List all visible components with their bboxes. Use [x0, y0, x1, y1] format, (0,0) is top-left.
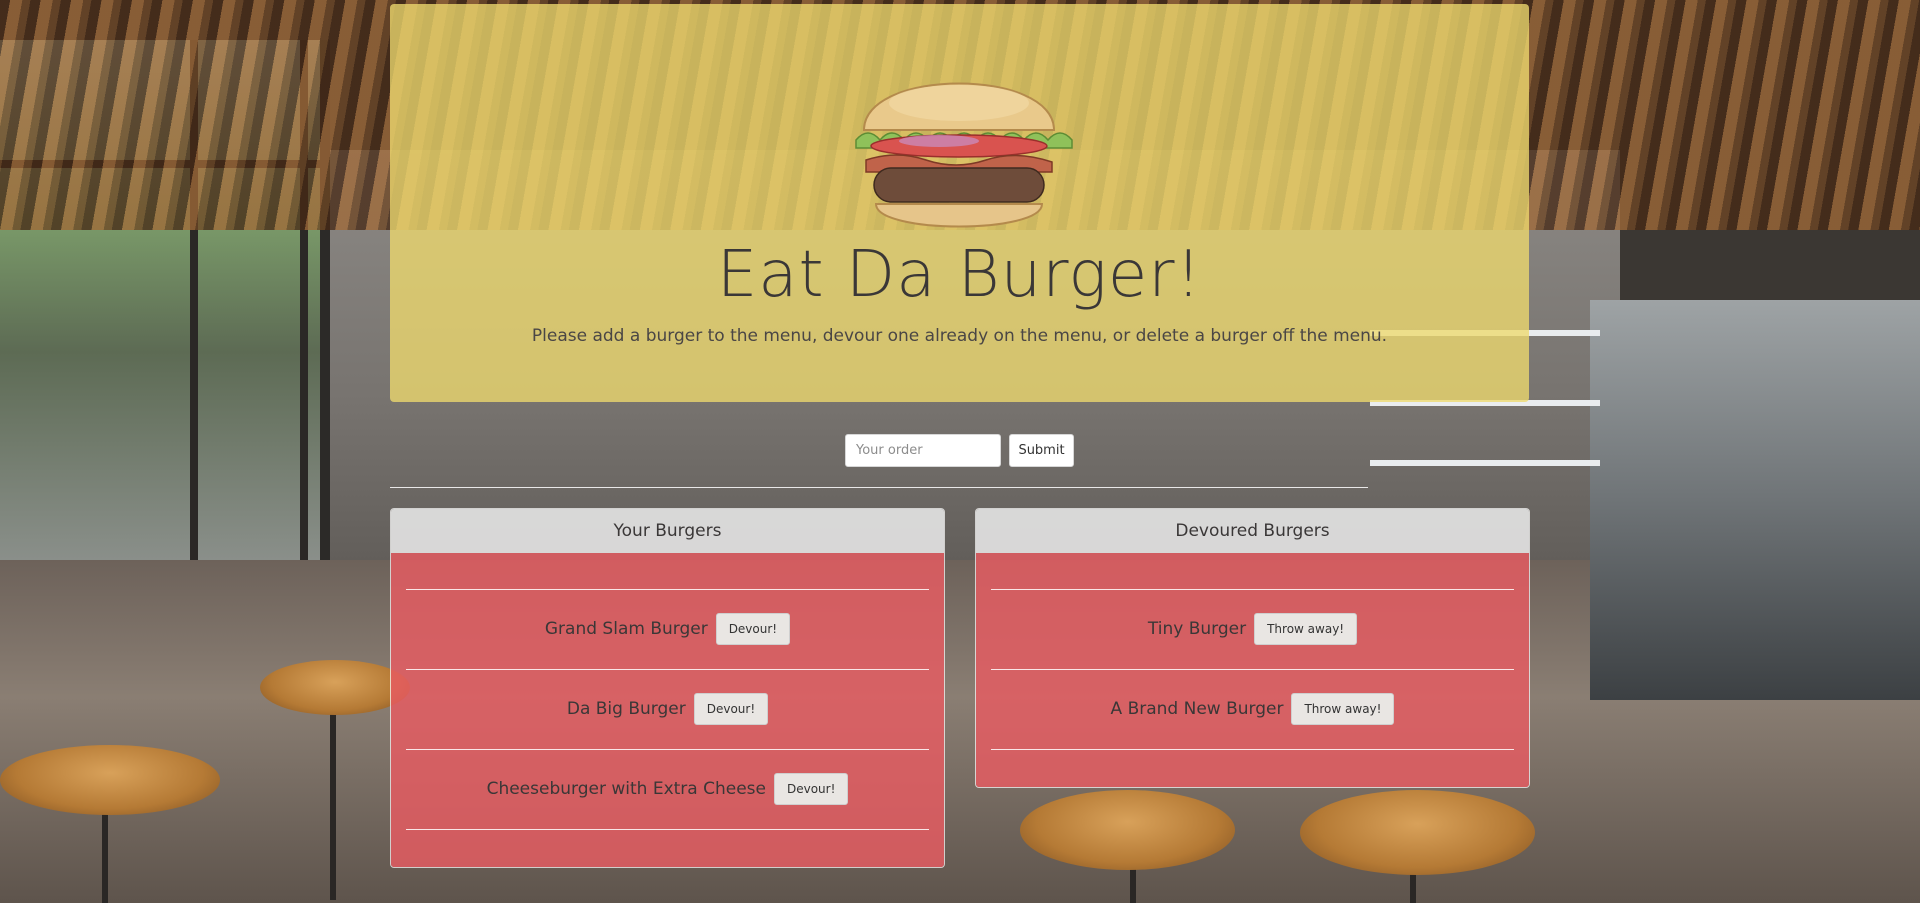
devour-button[interactable]: Devour! — [773, 773, 849, 805]
burger-icon — [855, 82, 1073, 228]
page-title: Eat Da Burger! — [716, 238, 1203, 312]
row-divider — [406, 589, 929, 590]
page-subtitle: Please add a burger to the menu, devour … — [531, 326, 1388, 346]
devoured-burgers-panel: Devoured Burgers Tiny Burger Throw away!… — [975, 508, 1530, 788]
list-item: Grand Slam Burger Devour! — [391, 612, 944, 646]
row-divider — [991, 669, 1514, 670]
panel-heading: Your Burgers — [391, 509, 944, 553]
background-shelf — [1370, 460, 1600, 466]
background-bar-counter — [1590, 300, 1920, 700]
your-burgers-list: Grand Slam Burger Devour! Da Big Burger … — [391, 553, 944, 867]
devour-button[interactable]: Devour! — [693, 693, 769, 725]
stool-seat — [0, 745, 220, 815]
list-item: Cheeseburger with Extra Cheese Devour! — [391, 772, 944, 806]
row-divider — [991, 749, 1514, 750]
devoured-burgers-list: Tiny Burger Throw away! A Brand New Burg… — [976, 553, 1529, 787]
list-item: A Brand New Burger Throw away! — [976, 692, 1529, 726]
list-item: Tiny Burger Throw away! — [976, 612, 1529, 646]
divider — [390, 487, 1368, 488]
throw-away-button[interactable]: Throw away! — [1254, 613, 1358, 645]
submit-button[interactable]: Submit — [1009, 434, 1074, 467]
stool-seat — [1300, 790, 1535, 875]
stool-seat — [1020, 790, 1235, 870]
burger-name: Tiny Burger — [1147, 619, 1247, 639]
list-item: Da Big Burger Devour! — [391, 692, 944, 726]
stool-seat — [260, 660, 410, 715]
row-divider — [406, 749, 929, 750]
order-input[interactable] — [845, 434, 1001, 467]
row-divider — [406, 669, 929, 670]
burger-name: A Brand New Burger — [1110, 699, 1284, 719]
devour-button[interactable]: Devour! — [715, 613, 791, 645]
burger-name: Cheeseburger with Extra Cheese — [486, 779, 766, 799]
stool-leg — [330, 700, 336, 900]
row-divider — [991, 589, 1514, 590]
burger-name: Grand Slam Burger — [544, 619, 708, 639]
row-divider — [406, 829, 929, 830]
throw-away-button[interactable]: Throw away! — [1291, 693, 1395, 725]
your-burgers-panel: Your Burgers Grand Slam Burger Devour! D… — [390, 508, 945, 868]
burger-name: Da Big Burger — [566, 699, 686, 719]
panel-heading: Devoured Burgers — [976, 509, 1529, 553]
jumbotron-header: Eat Da Burger! Please add a burger to th… — [390, 4, 1529, 402]
